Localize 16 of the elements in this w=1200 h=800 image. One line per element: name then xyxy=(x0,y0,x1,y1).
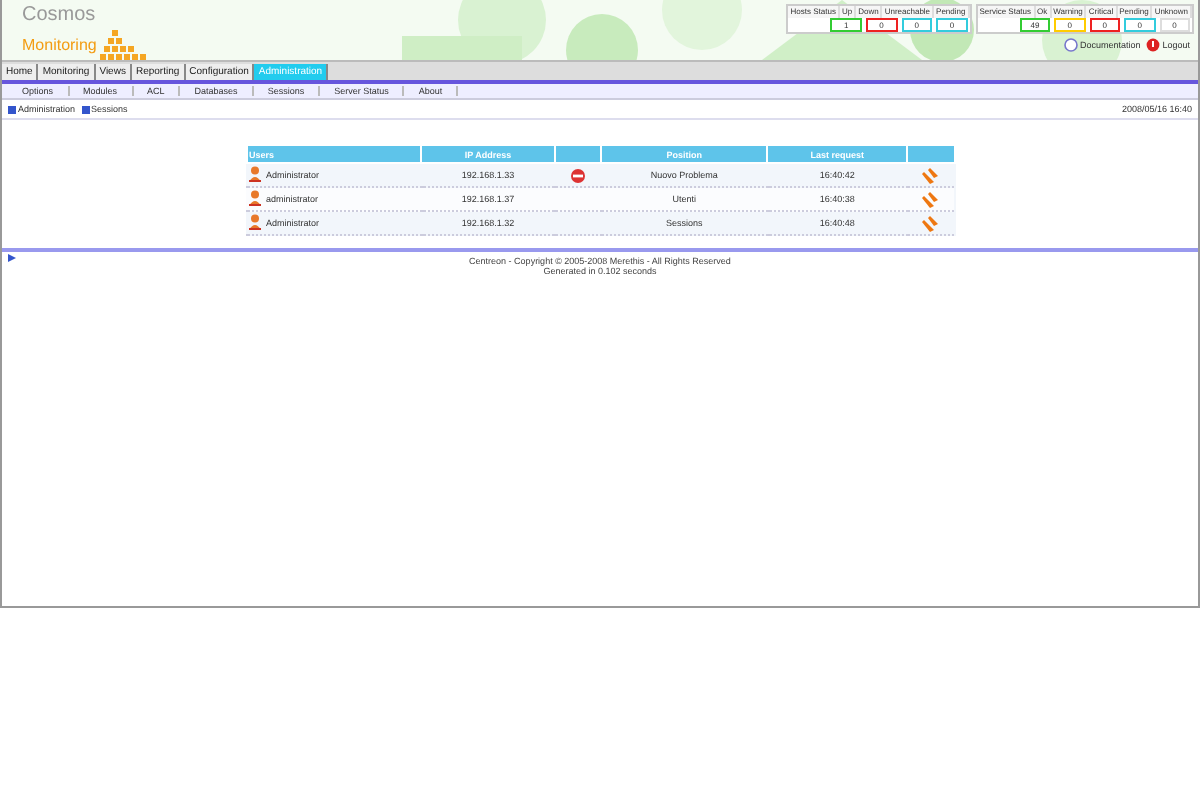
arrow-icon xyxy=(8,254,16,262)
user-icon xyxy=(248,166,262,182)
arrows-icon[interactable] xyxy=(922,167,939,183)
user-icon xyxy=(248,214,262,230)
logo-text: Monitoring xyxy=(22,35,97,53)
column-header xyxy=(907,145,954,163)
bullet-icon xyxy=(81,105,90,113)
user-icon xyxy=(248,190,262,206)
logo-text: Cosmos xyxy=(22,6,98,26)
logo-icon xyxy=(100,26,149,62)
arrows-icon[interactable] xyxy=(922,191,939,207)
help-icon xyxy=(1063,38,1078,52)
power-icon xyxy=(1146,38,1161,52)
column-header xyxy=(554,145,602,163)
bullet-icon xyxy=(8,105,16,113)
arrows-icon[interactable] xyxy=(922,215,939,231)
